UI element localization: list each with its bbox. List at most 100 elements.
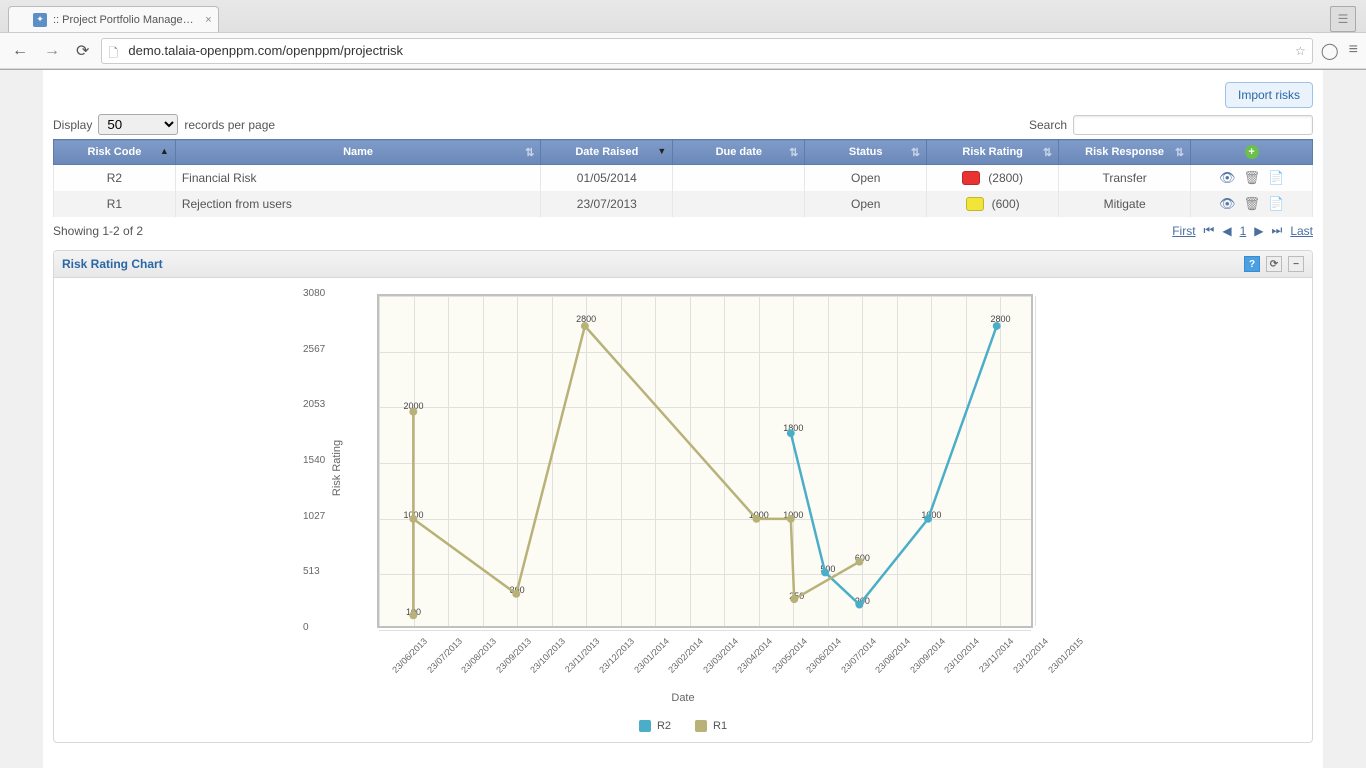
back-button[interactable]: ← (8, 40, 32, 62)
legend-swatch (639, 720, 651, 732)
col-risk-rating[interactable]: Risk Rating (927, 140, 1059, 165)
x-tick: 23/05/2014 (770, 636, 809, 675)
cell-actions: 👁 🗑 📄 (1191, 165, 1313, 192)
x-tick: 23/11/2013 (563, 636, 601, 674)
col-name[interactable]: Name (175, 140, 541, 165)
y-tick: 1027 (303, 511, 325, 522)
y-tick: 2567 (303, 344, 325, 355)
x-tick: 23/07/2014 (839, 636, 878, 675)
cell-response: Mitigate (1059, 191, 1191, 217)
chart-collapse-icon[interactable]: − (1288, 256, 1304, 272)
y-tick: 2053 (303, 399, 325, 410)
import-risks-button[interactable]: Import risks (1225, 82, 1313, 108)
forward-button[interactable]: → (40, 40, 64, 62)
x-tick: 23/01/2014 (632, 636, 671, 675)
view-icon[interactable]: 👁 (1219, 170, 1236, 186)
pager-first-icon[interactable]: ⏮ (1204, 223, 1215, 238)
cell-response: Transfer (1059, 165, 1191, 192)
display-label: Display (53, 118, 92, 132)
cell-due-date (673, 165, 805, 192)
y-tick: 0 (303, 622, 309, 633)
cell-name: Rejection from users (175, 191, 541, 217)
url-bar[interactable]: 🗋 demo.talaia-openppm.com/openppm/projec… (101, 38, 1312, 64)
chart-help-icon[interactable]: ? (1244, 256, 1260, 272)
cell-rating: (600) (927, 191, 1059, 217)
edit-icon[interactable]: 📄 (1268, 170, 1284, 186)
page-area: Import risks Display 50 records per page… (0, 70, 1366, 768)
legend-label: R2 (657, 720, 671, 732)
search-input[interactable] (1073, 115, 1313, 135)
pager-next-icon[interactable]: ▶ (1254, 224, 1263, 238)
add-risk-icon[interactable]: + (1245, 145, 1259, 159)
cell-code: R2 (54, 165, 176, 192)
browser-chrome: ✦ :: Project Portfolio Manage… × ☰ ← → ⟳… (0, 0, 1366, 70)
chart-plot: 1800500200100028001002000100030028001000… (377, 294, 1033, 628)
edit-icon[interactable]: 📄 (1268, 196, 1284, 212)
delete-icon[interactable]: 🗑 (1243, 196, 1260, 212)
x-tick: 23/04/2014 (735, 636, 774, 675)
legend-label: R1 (713, 720, 727, 732)
chart-panel: Risk Rating Chart ? ⟳ − Risk Rating 1800… (53, 250, 1313, 743)
reload-button[interactable]: ⟳ (72, 39, 93, 63)
tab-title: :: Project Portfolio Manage… (53, 14, 194, 26)
cell-code: R1 (54, 191, 176, 217)
legend-item: R2 (639, 720, 671, 732)
chart-refresh-icon[interactable]: ⟳ (1266, 256, 1282, 272)
pager-last[interactable]: Last (1290, 224, 1313, 238)
pager: First ⏮ ◀ 1 ▶ ⏭ Last (1172, 223, 1313, 238)
close-tab-icon[interactable]: × (205, 14, 211, 26)
cell-date-raised: 01/05/2014 (541, 165, 673, 192)
y-tick: 3080 (303, 288, 325, 299)
table-row: R1Rejection from users23/07/2013Open(600… (54, 191, 1313, 217)
x-tick: 23/10/2014 (943, 636, 982, 675)
cell-status: Open (805, 165, 927, 192)
col-actions: + (1191, 140, 1313, 165)
table-row: R2Financial Risk01/05/2014Open(2800)Tran… (54, 165, 1313, 192)
cell-due-date (673, 191, 805, 217)
menu-icon[interactable]: ≡ (1349, 41, 1358, 61)
col-date-raised[interactable]: Date Raised (541, 140, 673, 165)
url-text: demo.talaia-openppm.com/openppm/projectr… (128, 43, 1295, 58)
x-tick: 23/07/2013 (425, 636, 464, 675)
pager-last-icon[interactable]: ⏭ (1272, 223, 1283, 238)
x-tick: 23/12/2013 (597, 636, 636, 675)
showing-text: Showing 1-2 of 2 (53, 224, 143, 238)
col-risk-code[interactable]: Risk Code (54, 140, 176, 165)
x-tick: 23/01/2015 (1046, 636, 1085, 675)
risks-table: Risk Code Name Date Raised Due date Stat… (53, 139, 1313, 217)
y-axis-label: Risk Rating (331, 440, 343, 496)
x-tick: 23/08/2013 (459, 636, 498, 675)
browser-tab[interactable]: ✦ :: Project Portfolio Manage… × (8, 6, 219, 32)
legend-swatch (695, 720, 707, 732)
col-status[interactable]: Status (805, 140, 927, 165)
tab-strip: ✦ :: Project Portfolio Manage… × (0, 0, 1366, 32)
legend-item: R1 (695, 720, 727, 732)
x-tick: 23/09/2014 (908, 636, 947, 675)
view-icon[interactable]: 👁 (1219, 196, 1236, 212)
x-tick: 23/06/2013 (390, 636, 429, 675)
col-due-date[interactable]: Due date (673, 140, 805, 165)
pager-prev-icon[interactable]: ◀ (1222, 224, 1231, 238)
col-risk-response[interactable]: Risk Response (1059, 140, 1191, 165)
x-tick: 23/10/2013 (528, 636, 567, 675)
x-tick: 23/02/2014 (666, 636, 705, 675)
y-tick: 1540 (303, 455, 325, 466)
x-tick: 23/12/2014 (1012, 636, 1051, 675)
cell-date-raised: 23/07/2013 (541, 191, 673, 217)
user-menu-icon[interactable]: ☰ (1330, 6, 1356, 32)
cell-actions: 👁 🗑 📄 (1191, 191, 1313, 217)
x-tick: 23/09/2013 (494, 636, 533, 675)
chart-legend: R2 R1 (74, 720, 1292, 732)
pager-page[interactable]: 1 (1240, 224, 1247, 238)
bookmark-icon[interactable]: ☆ (1295, 44, 1306, 58)
records-label: records per page (184, 118, 275, 132)
x-tick: 23/08/2014 (874, 636, 913, 675)
extensions-icon[interactable]: ◯ (1321, 41, 1339, 61)
per-page-select[interactable]: 50 (98, 114, 178, 135)
cell-rating: (2800) (927, 165, 1059, 192)
x-tick: 23/06/2014 (805, 636, 844, 675)
search-label: Search (1029, 118, 1067, 132)
delete-icon[interactable]: 🗑 (1243, 170, 1260, 186)
x-axis-label: Date (74, 692, 1292, 704)
pager-first[interactable]: First (1172, 224, 1195, 238)
